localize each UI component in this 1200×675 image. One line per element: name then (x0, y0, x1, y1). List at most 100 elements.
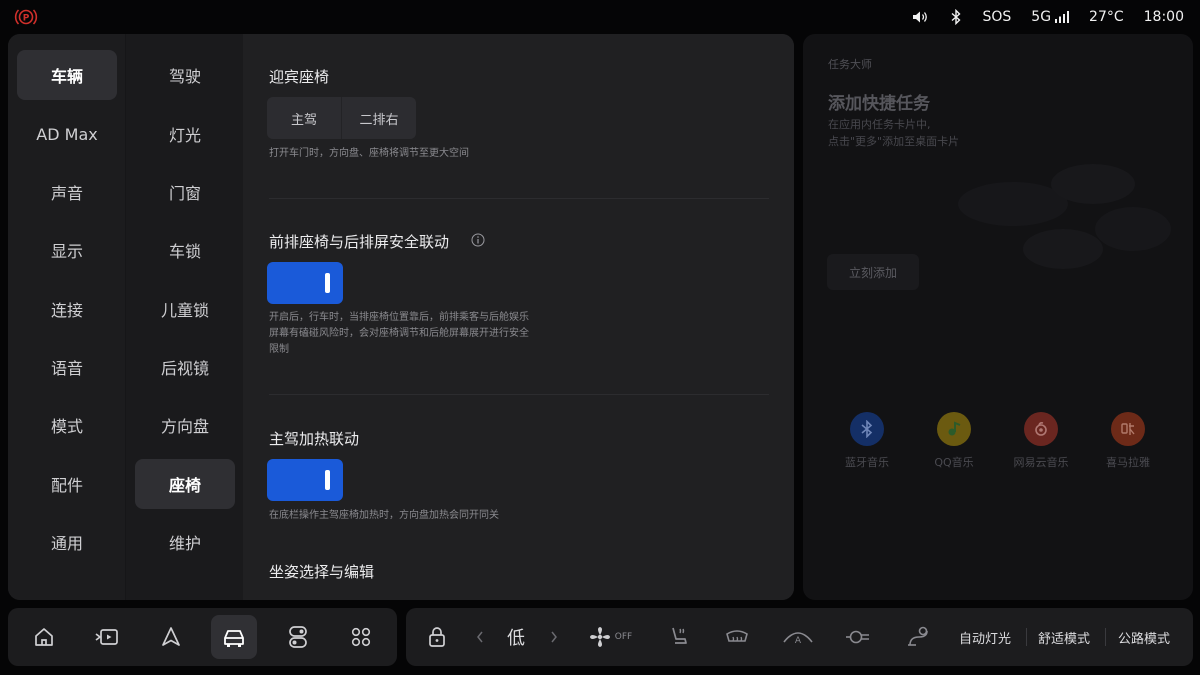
comfort-mode-button[interactable]: 舒适模式 (1038, 608, 1090, 666)
toggle-knob (325, 273, 330, 293)
task-card-title: 添加快捷任务 (828, 94, 930, 114)
subnav-lights[interactable]: 灯光 (135, 109, 235, 159)
auto-light-button[interactable]: 自动灯光 (959, 608, 1011, 666)
dock-apps-button[interactable] (338, 615, 384, 659)
outside-temperature: 27°C (1089, 9, 1124, 25)
front-defrost-button[interactable] (722, 608, 752, 666)
seat-heating-button[interactable] (664, 608, 694, 666)
mirror-fold-button[interactable] (904, 608, 934, 666)
volume-icon[interactable] (912, 10, 930, 24)
dock-media-button[interactable] (84, 615, 130, 659)
nav-vehicle[interactable]: 车辆 (17, 50, 117, 100)
settings-panel: 车辆 AD Max 声音 显示 连接 语音 模式 配件 通用 驾驶 灯光 门窗 … (8, 34, 794, 600)
fan-increase-button[interactable] (546, 608, 562, 666)
heating-link-desc: 在底栏操作主驾座椅加热时，方向盘加热会同开同关 (269, 510, 499, 521)
clock: 18:00 (1143, 9, 1184, 25)
parking-brake-warning-icon: P (14, 9, 38, 25)
app-grid-icon (351, 627, 371, 647)
section-divider (269, 198, 769, 199)
welcome-seat-option-driver[interactable]: 主驾 (267, 97, 341, 139)
charging-port-button[interactable] (842, 608, 876, 666)
task-card-desc-line2: 点击"更多"添加至桌面卡片 (828, 135, 960, 148)
nav-display[interactable]: 显示 (17, 225, 117, 275)
app-label: 蓝牙音乐 (845, 456, 889, 469)
road-mode-button[interactable]: 公路模式 (1118, 608, 1170, 666)
welcome-seat-desc: 打开车门时，方向盘、座椅将调节至更大空间 (269, 148, 469, 159)
nav-ad-max[interactable]: AD Max (17, 109, 117, 159)
lock-button[interactable] (424, 608, 450, 666)
add-now-button[interactable]: 立刻添加 (827, 254, 919, 290)
qq-music-icon (937, 412, 971, 446)
info-icon[interactable] (471, 233, 485, 247)
nav-voice[interactable]: 语音 (17, 342, 117, 392)
nav-general[interactable]: 通用 (17, 517, 117, 567)
subnav-driving[interactable]: 驾驶 (135, 50, 235, 100)
welcome-seat-option-second-row-right[interactable]: 二排右 (341, 97, 416, 139)
heating-link-title: 主驾加热联动 (269, 430, 360, 448)
nav-connection[interactable]: 连接 (17, 284, 117, 334)
chevron-left-icon (477, 631, 483, 643)
svg-text:A: A (795, 636, 802, 646)
lock-icon (429, 627, 445, 647)
subnav-maintenance[interactable]: 维护 (135, 517, 235, 567)
status-bar: P SOS 5G 27°C 18:00 (0, 0, 1200, 34)
posture-title[interactable]: 坐姿选择与编辑 (269, 561, 374, 582)
app-ximalaya[interactable]: 喜马拉雅 (1088, 412, 1168, 470)
windshield-auto-icon: A (783, 632, 813, 646)
dock-vehicle-button[interactable] (211, 615, 257, 659)
app-label: QQ音乐 (934, 456, 974, 469)
subnav-mirrors[interactable]: 后视镜 (135, 342, 235, 392)
fan-decrease-button[interactable] (472, 608, 488, 666)
chevron-right-icon (551, 631, 557, 643)
dock-controls-button[interactable] (275, 615, 321, 659)
signal-bars-icon (1055, 11, 1070, 23)
sos-indicator[interactable]: SOS (982, 9, 1011, 25)
ximalaya-icon (1111, 412, 1145, 446)
task-card-desc-line1: 在应用内任务卡片中, (828, 118, 931, 131)
separator (1026, 628, 1027, 646)
nav-sound[interactable]: 声音 (17, 167, 117, 217)
toggle-knob (325, 470, 330, 490)
separator (1105, 628, 1106, 646)
safety-link-toggle[interactable] (267, 262, 343, 304)
subnav-steering-wheel[interactable]: 方向盘 (135, 400, 235, 450)
dock-home-button[interactable] (21, 615, 67, 659)
heating-link-toggle[interactable] (267, 459, 343, 501)
front-defrost-icon (726, 630, 748, 642)
network-type: 5G (1031, 9, 1052, 25)
app-qq-music[interactable]: QQ音乐 (914, 412, 994, 470)
toggle-controls-icon (289, 626, 307, 648)
dock-navigation (8, 608, 397, 666)
app-label: 喜马拉雅 (1106, 456, 1150, 469)
svg-text:P: P (23, 14, 30, 24)
task-card-label: 任务大师 (828, 58, 872, 71)
seat-heating-icon (672, 627, 687, 644)
primary-nav: 车辆 AD Max 声音 显示 连接 语音 模式 配件 通用 (8, 34, 125, 600)
app-label: 网易云音乐 (1013, 456, 1069, 469)
nav-mode[interactable]: 模式 (17, 400, 117, 450)
charging-plug-icon (846, 630, 869, 644)
bluetooth-status-icon (952, 9, 962, 25)
dock-quick-controls: 低 OFF A 自动灯光 舒适模式 公路模式 (406, 608, 1193, 666)
subnav-child-lock[interactable]: 儿童锁 (135, 284, 235, 334)
dock-navigation-button[interactable] (148, 615, 194, 659)
subnav-doors-windows[interactable]: 门窗 (135, 167, 235, 217)
secondary-nav: 驾驶 灯光 门窗 车锁 儿童锁 后视镜 方向盘 座椅 维护 (125, 34, 244, 600)
media-screen-icon (95, 629, 118, 645)
netease-music-icon (1024, 412, 1058, 446)
mirror-fold-icon (908, 626, 928, 646)
subnav-locks[interactable]: 车锁 (135, 225, 235, 275)
seat-settings-content: 迎宾座椅 主驾 二排右 打开车门时，方向盘、座椅将调节至更大空间 前排座椅与后排… (243, 34, 794, 600)
fan-icon (589, 627, 610, 647)
safety-link-desc: 开启后，行车时，当排座椅位置靠后，前排乘客与后舱娱乐屏幕有磕碰风险时，会对座椅调… (269, 312, 529, 355)
task-master-card: 任务大师 添加快捷任务 在应用内任务卡片中, 点击"更多"添加至桌面卡片 立刻添… (803, 34, 1193, 600)
app-netease-music[interactable]: 网易云音乐 (1001, 412, 1081, 470)
auto-wiper-button[interactable]: A (778, 608, 818, 666)
nav-accessories[interactable]: 配件 (17, 459, 117, 509)
section-divider (269, 394, 769, 395)
app-bluetooth-music[interactable]: 蓝牙音乐 (827, 412, 907, 470)
fan-button[interactable]: OFF (584, 608, 636, 666)
subnav-seats[interactable]: 座椅 (135, 459, 235, 509)
car-icon (224, 630, 244, 647)
bluetooth-icon (850, 412, 884, 446)
